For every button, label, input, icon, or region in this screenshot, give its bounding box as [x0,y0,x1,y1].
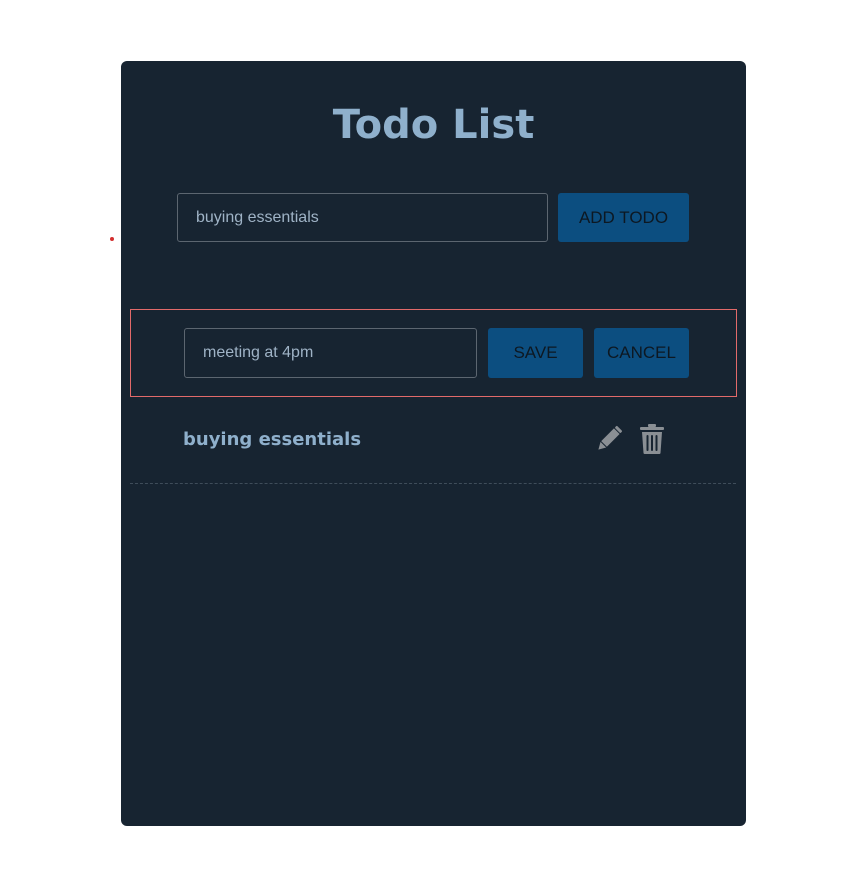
cancel-button[interactable]: CANCEL [594,328,689,378]
todo-item-text: buying essentials [183,429,362,450]
todo-item: buying essentials [130,397,736,484]
stray-dot [110,237,114,241]
edit-todo-input[interactable] [184,328,477,378]
save-button[interactable]: SAVE [488,328,583,378]
page-title: Todo List [332,102,535,148]
pencil-icon[interactable] [593,423,625,455]
trash-icon[interactable] [636,423,668,455]
edit-todo-row: SAVE CANCEL [130,309,737,397]
todo-app-panel: Todo List ADD TODO SAVE CANCEL buying es… [121,61,746,826]
add-todo-button[interactable]: ADD TODO [558,193,689,242]
new-todo-input[interactable] [177,193,548,242]
